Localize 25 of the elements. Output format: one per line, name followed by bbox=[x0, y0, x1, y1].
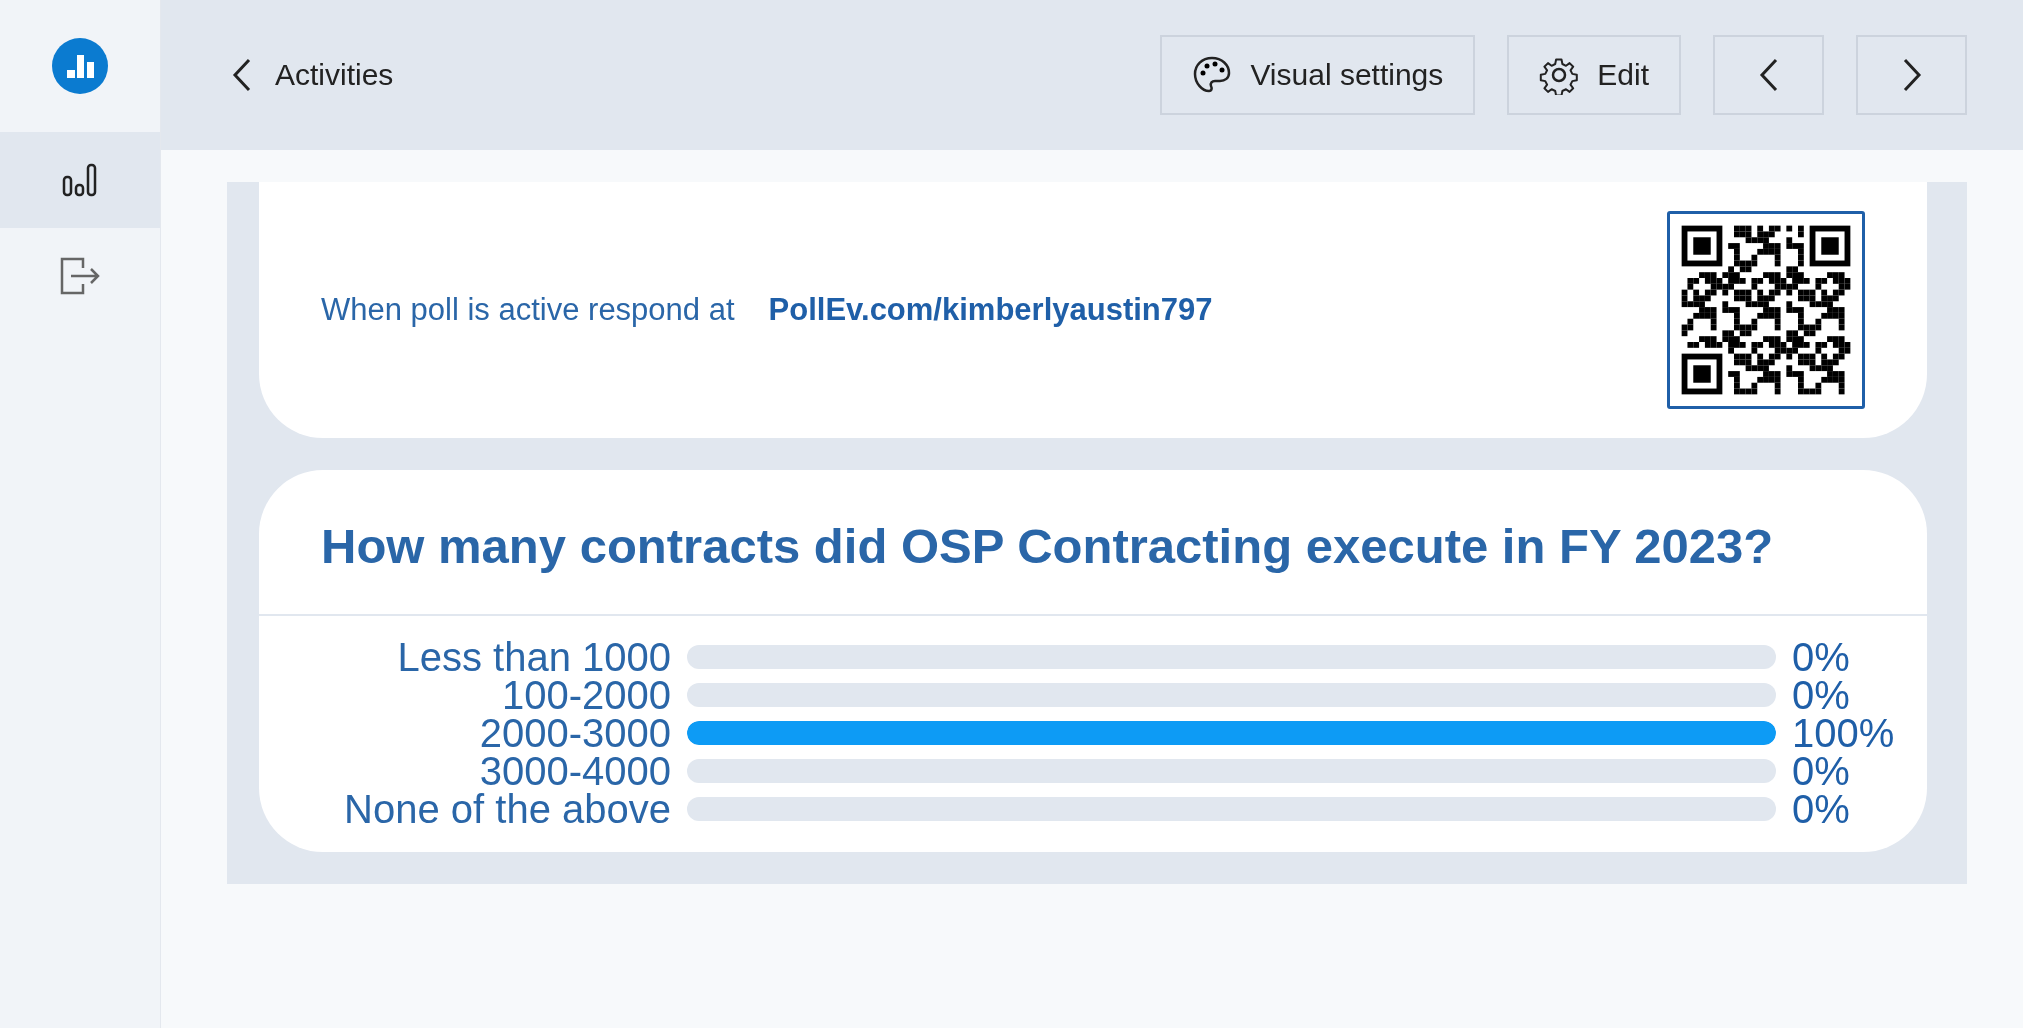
toolbar-button[interactable]: Visual settings bbox=[1160, 35, 1476, 115]
option-label: 100-2000 bbox=[500, 676, 671, 714]
previous-button[interactable] bbox=[1713, 35, 1824, 115]
respond-instruction: When poll is active respond at bbox=[321, 292, 735, 328]
poll-url-link[interactable]: PollEv.com/kimberlyaustin797 bbox=[768, 292, 1213, 328]
option-percent: 100% bbox=[1792, 714, 1896, 752]
next-button[interactable] bbox=[1856, 35, 1967, 115]
poll-question: How many contracts did OSP Contracting execute in FY 2023? bbox=[259, 470, 1927, 616]
bar-chart-icon bbox=[62, 163, 98, 197]
chevron-left-icon bbox=[1757, 57, 1780, 93]
option-percent: 0% bbox=[1792, 676, 1851, 714]
option-percent: 0% bbox=[1792, 752, 1851, 790]
logo-icon bbox=[52, 38, 108, 94]
option-label: 3000-4000 bbox=[478, 752, 671, 790]
toolbar-button[interactable]: Edit bbox=[1507, 35, 1681, 115]
option-label: Less than 1000 bbox=[396, 638, 671, 676]
palette-icon bbox=[1192, 55, 1233, 95]
logout-icon bbox=[59, 256, 101, 296]
option-label: None of the above bbox=[343, 790, 671, 828]
sidebar-item[interactable] bbox=[0, 132, 160, 228]
option-percent: 0% bbox=[1792, 638, 1851, 676]
back-icon bbox=[231, 57, 253, 93]
activities-link[interactable]: Activities bbox=[231, 57, 394, 93]
option-percent: 0% bbox=[1792, 790, 1851, 828]
option-label: 2000-3000 bbox=[478, 714, 671, 752]
